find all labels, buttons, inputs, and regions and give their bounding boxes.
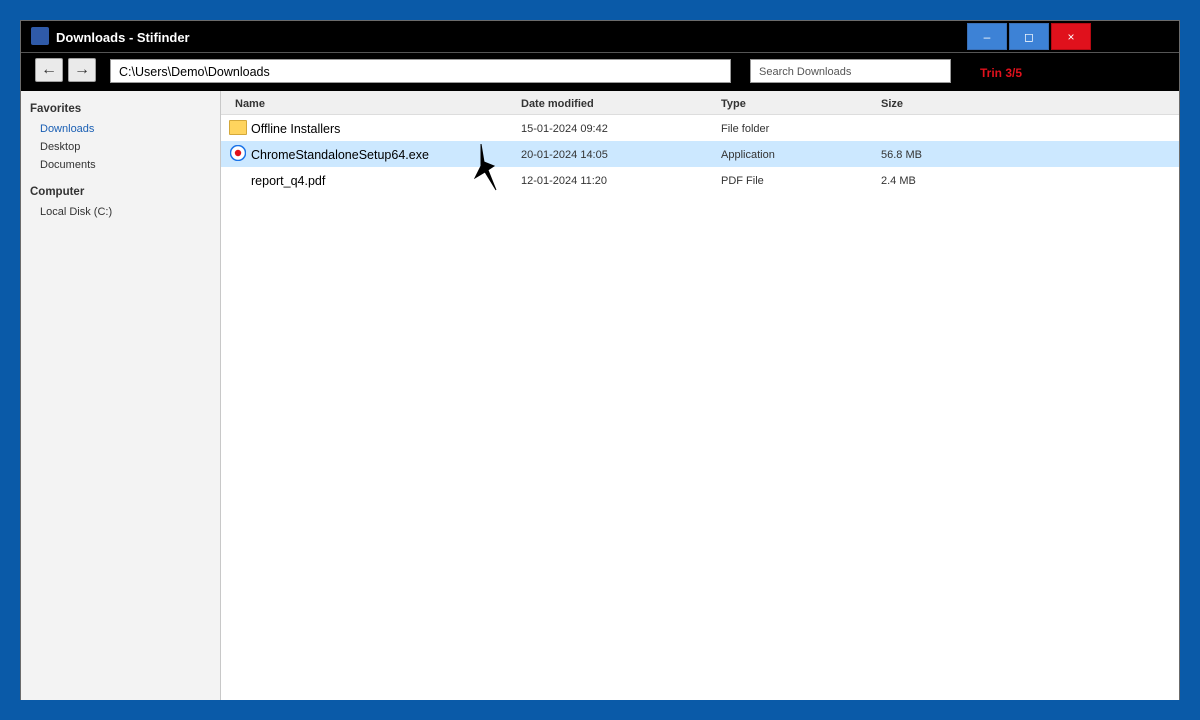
sidebar-item-downloads[interactable]: Downloads <box>40 123 94 135</box>
column-size[interactable]: Size <box>881 98 903 110</box>
file-size: 2.4 MB <box>881 175 916 187</box>
address-bar[interactable]: C:\Users\Demo\Downloads <box>110 59 731 83</box>
file-type: File folder <box>721 123 770 135</box>
navigation-pane: Favorites Downloads Desktop Documents Co… <box>21 91 221 700</box>
favorites-heading: Favorites <box>30 103 82 115</box>
maximize-button[interactable]: ◻ <box>1009 23 1049 50</box>
folder-icon <box>229 120 247 135</box>
maximize-icon: ◻ <box>1024 29 1034 44</box>
title-bar[interactable]: Downloads - Stifinder – ◻ × <box>21 21 1179 52</box>
column-type[interactable]: Type <box>721 98 746 110</box>
column-date-modified[interactable]: Date modified <box>521 98 594 110</box>
search-input[interactable]: Search Downloads <box>750 59 951 83</box>
column-header-row: Name Date modified Type Size <box>221 91 1179 115</box>
minimize-icon: – <box>983 29 991 44</box>
app-icon <box>31 27 49 45</box>
file-name: Offline Installers <box>251 122 341 136</box>
sidebar-item-local-disk[interactable]: Local Disk (C:) <box>40 206 112 218</box>
minimize-button[interactable]: – <box>967 23 1007 50</box>
sidebar-item-desktop[interactable]: Desktop <box>40 141 80 153</box>
back-button[interactable]: ← <box>35 58 63 82</box>
step-indicator: Trin 3/5 <box>980 66 1023 80</box>
table-row[interactable]: report_q4.pdf 12-01-2024 11:20 PDF File … <box>221 167 1179 193</box>
file-name: report_q4.pdf <box>251 174 326 188</box>
mouse-cursor-icon <box>474 144 497 191</box>
forward-button[interactable]: → <box>68 58 96 82</box>
arrow-right-icon: → <box>74 61 90 78</box>
file-date: 15-01-2024 09:42 <box>521 123 608 135</box>
toolbar: ← → C:\Users\Demo\Downloads Search Downl… <box>21 52 1179 91</box>
close-button[interactable]: × <box>1051 23 1091 50</box>
chrome-icon <box>230 145 246 161</box>
file-type: PDF File <box>721 175 764 187</box>
close-icon: × <box>1067 29 1075 44</box>
window-title: Downloads - Stifinder <box>56 30 190 45</box>
computer-heading: Computer <box>30 186 85 198</box>
file-date: 12-01-2024 11:20 <box>521 175 608 187</box>
file-size: 56.8 MB <box>881 149 922 161</box>
table-row[interactable]: ChromeStandaloneSetup64.exe 20-01-2024 1… <box>221 141 1179 167</box>
column-name[interactable]: Name <box>235 98 265 110</box>
file-list: Name Date modified Type Size Offline Ins… <box>221 91 1179 700</box>
table-row[interactable]: Offline Installers 15-01-2024 09:42 File… <box>221 115 1179 141</box>
arrow-left-icon: ← <box>41 61 57 78</box>
file-date: 20-01-2024 14:05 <box>521 149 608 161</box>
explorer-window: Downloads - Stifinder – ◻ × ← → C:\Users… <box>20 20 1180 700</box>
file-name: ChromeStandaloneSetup64.exe <box>251 148 429 162</box>
file-type: Application <box>721 149 775 161</box>
sidebar-item-documents[interactable]: Documents <box>40 159 96 171</box>
